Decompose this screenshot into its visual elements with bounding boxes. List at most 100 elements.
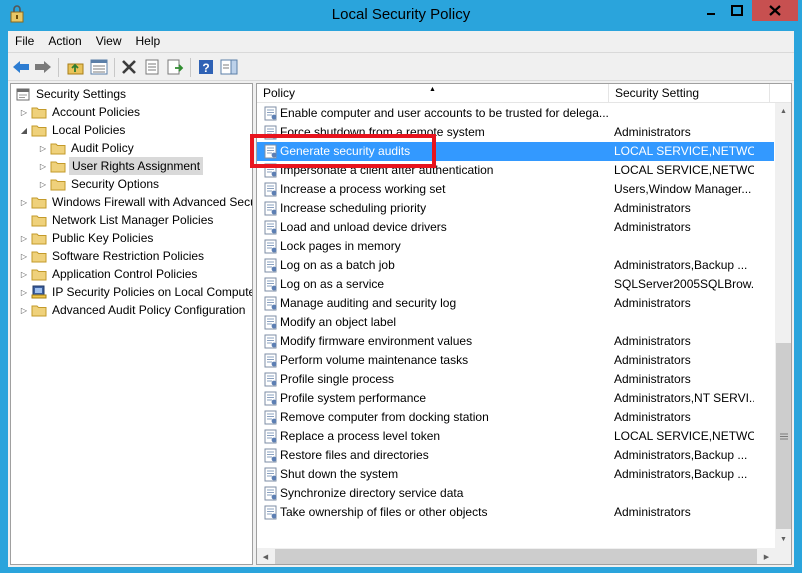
forward-icon[interactable] — [34, 58, 52, 76]
help-icon[interactable]: ? — [197, 58, 215, 76]
policy-icon — [264, 201, 278, 216]
scroll-right-icon[interactable]: ▶ — [758, 548, 775, 564]
expand-arrow-icon[interactable]: ▷ — [19, 265, 29, 283]
tree-label: Advanced Audit Policy Configuration — [52, 303, 246, 317]
maximize-button[interactable] — [724, 0, 750, 21]
policy-name: Profile single process — [280, 372, 395, 386]
close-button[interactable] — [752, 0, 798, 21]
table-row[interactable]: Shut down the system Administrators,Backu… — [257, 465, 774, 484]
column-header-security-setting[interactable]: Security Setting — [609, 84, 769, 103]
table-row[interactable]: Synchronize directory service data — [257, 484, 774, 503]
title-bar[interactable]: Local Security Policy — [0, 0, 802, 30]
menu-file[interactable]: File — [8, 31, 41, 51]
folder-icon — [50, 159, 66, 173]
tree-item-public-key-policies[interactable]: ▷ Public Key Policies — [19, 229, 155, 247]
up-folder-icon[interactable] — [66, 58, 84, 76]
tree-item-user-rights-assignment[interactable]: ▷ User Rights Assignment — [38, 157, 204, 175]
table-row[interactable]: Restore files and directories Administrat… — [257, 446, 774, 465]
table-row[interactable]: Remove computer from docking station Admi… — [257, 408, 774, 427]
policy-icon — [264, 334, 278, 349]
folder-icon — [31, 213, 47, 227]
back-icon[interactable] — [12, 58, 30, 76]
folder-icon — [31, 267, 47, 281]
tree-item-local-policies[interactable]: ◢ Local Policies — [19, 121, 127, 139]
table-row[interactable]: Replace a process level token LOCAL SERVI… — [257, 427, 774, 446]
table-row[interactable]: Increase a process working set Users,Wind… — [257, 180, 774, 199]
show-hide-action-pane-icon[interactable] — [220, 58, 238, 76]
menu-view[interactable]: View — [89, 31, 129, 51]
list-header: Policy ▲ Security Setting — [257, 84, 791, 103]
expand-arrow-icon[interactable]: ▷ — [38, 157, 48, 175]
policy-name: Increase scheduling priority — [280, 201, 427, 215]
horizontal-scrollbar[interactable]: ◀ ▶ — [257, 548, 791, 564]
tree-item-account-policies[interactable]: ▷ Account Policies — [19, 103, 142, 121]
properties-icon[interactable] — [143, 58, 161, 76]
table-row[interactable]: Lock pages in memory — [257, 237, 774, 256]
expand-arrow-icon[interactable]: ▷ — [38, 175, 48, 193]
table-row[interactable]: Profile system performance Administrators… — [257, 389, 774, 408]
local-security-policy-window: Local Security Policy File Action View H… — [0, 0, 802, 573]
menu-help[interactable]: Help — [129, 31, 168, 51]
policy-name: Log on as a batch job — [280, 258, 395, 272]
security-setting-value: Administrators — [614, 334, 691, 348]
tree-item-ip-security-policies[interactable]: ▷ IP Security Policies on Local Compute — [19, 283, 252, 301]
policy-icon — [264, 391, 278, 406]
tree-item-audit-policy[interactable]: ▷ Audit Policy — [38, 139, 136, 157]
sort-ascending-icon: ▲ — [429, 86, 436, 93]
tree-item-software-restriction-policies[interactable]: ▷ Software Restriction Policies — [19, 247, 206, 265]
policy-icon — [264, 410, 278, 425]
export-list-icon[interactable] — [166, 58, 184, 76]
table-row[interactable]: Enable computer and user accounts to be … — [257, 104, 774, 123]
menu-action[interactable]: Action — [41, 31, 88, 51]
table-row[interactable]: Manage auditing and security log Administ… — [257, 294, 774, 313]
table-row[interactable]: Perform volume maintenance tasks Administ… — [257, 351, 774, 370]
vertical-scrollbar[interactable]: ▲ ▼ — [775, 103, 791, 548]
folder-icon — [50, 177, 66, 191]
table-row[interactable]: Load and unload device drivers Administra… — [257, 218, 774, 237]
expand-arrow-icon[interactable]: ▷ — [38, 139, 48, 157]
table-row[interactable]: Take ownership of files or other objects… — [257, 503, 774, 522]
security-setting-value: SQLServer2005SQLBrow... — [614, 277, 754, 291]
horizontal-scroll-thumb[interactable] — [275, 549, 757, 564]
expand-arrow-icon[interactable]: ▷ — [19, 283, 29, 301]
tree-label: Audit Policy — [71, 141, 134, 155]
tree-item-windows-firewall[interactable]: ▷ Windows Firewall with Advanced Secu — [19, 193, 252, 211]
tree-item-application-control-policies[interactable]: ▷ Application Control Policies — [19, 265, 199, 283]
expand-arrow-icon[interactable]: ▷ — [19, 229, 29, 247]
expand-arrow-icon[interactable]: ▷ — [19, 247, 29, 265]
table-row[interactable]: Increase scheduling priority Administrato… — [257, 199, 774, 218]
table-row[interactable]: Modify firmware environment values Admini… — [257, 332, 774, 351]
expand-arrow-icon[interactable]: ▷ — [19, 103, 29, 121]
folder-icon — [31, 249, 47, 263]
show-hide-tree-icon[interactable] — [90, 58, 108, 76]
tree-item-network-list-manager-policies[interactable]: Network List Manager Policies — [19, 211, 215, 229]
policy-name: Profile system performance — [280, 391, 427, 405]
collapse-arrow-icon[interactable]: ◢ — [19, 121, 29, 139]
table-row[interactable]: Log on as a batch job Administrators,Back… — [257, 256, 774, 275]
tree-item-security-options[interactable]: ▷ Security Options — [38, 175, 161, 193]
tree-item-security-settings[interactable]: Security Settings — [13, 85, 128, 103]
table-row[interactable]: Profile single process Administrators — [257, 370, 774, 389]
minimize-button[interactable] — [698, 0, 724, 21]
policy-icon — [264, 315, 278, 330]
tree-item-advanced-audit-policy-configuration[interactable]: ▷ Advanced Audit Policy Configuration — [19, 301, 247, 319]
scroll-up-icon[interactable]: ▲ — [775, 103, 791, 120]
policy-icon — [264, 296, 278, 311]
folder-icon — [31, 123, 47, 137]
vertical-scroll-thumb[interactable] — [776, 343, 791, 529]
delete-icon[interactable] — [120, 58, 138, 76]
table-row[interactable]: Log on as a service SQLServer2005SQLBrow.… — [257, 275, 774, 294]
scroll-down-icon[interactable]: ▼ — [775, 531, 791, 548]
policy-name: Increase a process working set — [280, 182, 446, 196]
policy-name: Remove computer from docking station — [280, 410, 489, 424]
policy-name: Manage auditing and security log — [280, 296, 457, 310]
policy-name: Load and unload device drivers — [280, 220, 447, 234]
expand-arrow-icon[interactable]: ▷ — [19, 193, 29, 211]
scroll-left-icon[interactable]: ◀ — [257, 548, 274, 564]
table-row[interactable]: Modify an object label — [257, 313, 774, 332]
menu-bar: File Action View Help — [8, 31, 794, 51]
security-setting-value: Administrators — [614, 410, 691, 424]
expand-arrow-icon[interactable]: ▷ — [19, 301, 29, 319]
security-setting-value: Administrators — [614, 372, 691, 386]
folder-icon — [50, 141, 66, 155]
